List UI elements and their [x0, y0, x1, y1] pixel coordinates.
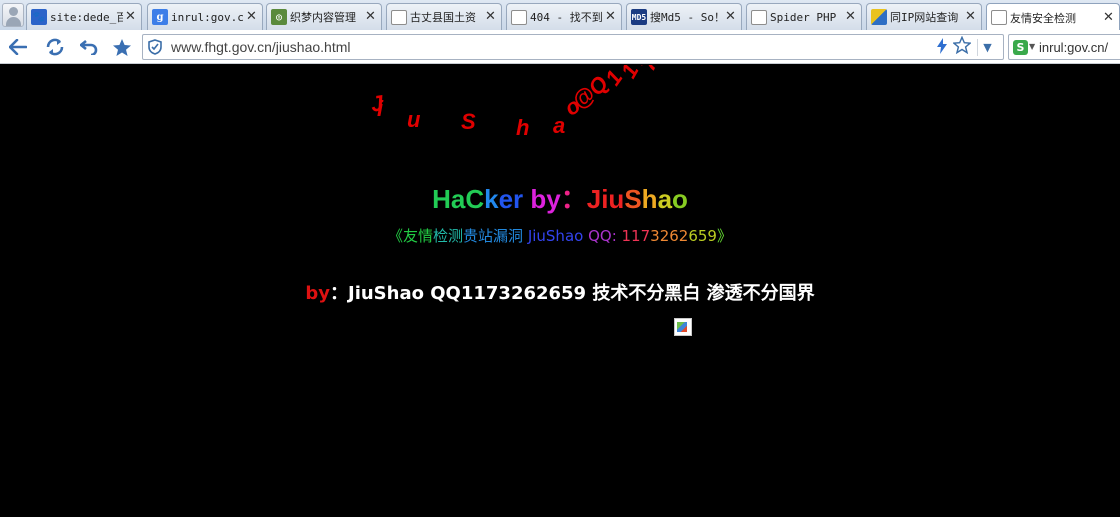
tab-title: inrul:gov.cn: [171, 10, 244, 24]
contact-segment: 659: [688, 227, 717, 245]
cursor-trail-letter: u: [407, 107, 421, 132]
browser-tab[interactable]: 404 - 找不到 ✕: [506, 3, 622, 30]
tab-title: 古丈县国土资: [410, 11, 476, 24]
tab-strip: 🐾 site:dede_百 ✕ g inrul:gov.cn ✕ ◎ 织梦内容管理 ✕ 古丈县国土…: [0, 0, 1120, 30]
browser-tab[interactable]: MD5 搜Md5 - So！ ✕: [626, 3, 742, 30]
contact-segment: 《友情: [388, 227, 434, 245]
title-segment: Ha: [432, 184, 466, 214]
navigation-bar: www.fhgt.gov.cn/jiushao.html ▼ S ▼ inrul…: [0, 30, 1120, 64]
cursor-trail-letter: S: [461, 109, 476, 134]
page-favicon-icon: [391, 9, 407, 25]
browser-tab[interactable]: Spider PHP S ✕: [746, 3, 862, 30]
title-segment: h: [641, 184, 658, 214]
page-favicon-icon: [511, 9, 527, 25]
tab-title: 友情安全检测: [1010, 11, 1076, 25]
tab-title: 404 - 找不到: [530, 11, 603, 24]
chevron-down-icon[interactable]: ▼: [977, 39, 997, 56]
contact-segment: 贵站漏洞: [463, 227, 528, 245]
contact-line: 《友情检测贵站漏洞 JiuShao QQ: 1173262659》: [0, 225, 1120, 246]
close-icon[interactable]: ✕: [605, 10, 617, 23]
signature-by: by: [305, 283, 330, 304]
title-segment: S: [624, 184, 642, 214]
contact-segment: 117: [621, 227, 651, 245]
star-outline-icon[interactable]: [952, 35, 972, 59]
signature-text: ：JiuShao QQ1173262659 技术不分黑白 渗透不分国界: [330, 283, 815, 304]
ip-favicon-icon: [871, 9, 887, 25]
cursor-trail-letter: a: [553, 113, 566, 138]
contact-segment: 3262: [650, 227, 689, 245]
contact-segment: QQ:: [588, 227, 622, 245]
title-segment: by: [530, 184, 561, 214]
browser-tab[interactable]: 🐾 site:dede_百 ✕: [26, 3, 142, 30]
page-content: JiuShao@Q1173 HaCker by：JiuShao 《友情检测贵站漏…: [0, 65, 1120, 517]
contact-segment: JiuShao: [527, 227, 589, 245]
title-segment: a: [657, 184, 673, 214]
lightning-icon[interactable]: [937, 38, 947, 58]
cursor-trail-letter: i: [377, 96, 384, 121]
title-segment: ：: [560, 184, 587, 214]
address-bar[interactable]: www.fhgt.gov.cn/jiushao.html ▼: [142, 34, 1004, 60]
tab-title: site:dede_百: [50, 11, 123, 24]
md5-favicon-icon: MD5: [631, 9, 647, 25]
hacker-title: HaCker by：JiuShao: [0, 179, 1120, 216]
close-icon[interactable]: ✕: [365, 10, 377, 23]
shield-icon[interactable]: [147, 39, 163, 56]
title-segment: Jiu: [586, 184, 625, 214]
undo-icon[interactable]: [78, 36, 100, 58]
chevron-down-icon[interactable]: ▼: [1029, 42, 1035, 51]
close-icon[interactable]: ✕: [246, 10, 258, 23]
close-icon[interactable]: ✕: [485, 10, 497, 23]
close-icon[interactable]: ✕: [845, 10, 857, 23]
tab-title: Spider PHP S: [770, 10, 843, 24]
browser-tab[interactable]: ◎ 织梦内容管理 ✕: [266, 3, 382, 30]
google-favicon-icon: g: [152, 9, 168, 25]
title-segment: o: [672, 184, 688, 214]
contact-segment: 》: [716, 227, 732, 245]
browser-tab[interactable]: 古丈县国土资 ✕: [386, 3, 502, 30]
broken-image-icon: [674, 318, 692, 336]
title-segment: C: [465, 184, 485, 214]
signature-line: by：JiuShao QQ1173262659 技术不分黑白 渗透不分国界: [0, 279, 1120, 305]
close-icon[interactable]: ✕: [125, 10, 137, 23]
star-icon[interactable]: [111, 36, 133, 58]
dedecms-favicon-icon: ◎: [271, 9, 287, 25]
profile-avatar-icon[interactable]: [2, 3, 24, 27]
browser-tab[interactable]: 同IP网站查询 ✕: [866, 3, 982, 30]
browser-tab[interactable]: 友情安全检测 ✕: [986, 3, 1120, 30]
paw-favicon-icon: 🐾: [31, 9, 47, 25]
tab-title: 同IP网站查询: [890, 11, 959, 24]
tab-title: 织梦内容管理: [290, 11, 356, 24]
search-input[interactable]: inrul:gov.cn/: [1039, 40, 1108, 55]
url-text[interactable]: www.fhgt.gov.cn/jiushao.html: [171, 39, 351, 55]
title-segment: er: [498, 184, 524, 214]
page-favicon-icon: [751, 9, 767, 25]
tab-title: 搜Md5 - So！: [650, 11, 723, 24]
refresh-icon[interactable]: [44, 36, 66, 58]
close-icon[interactable]: ✕: [965, 10, 977, 23]
close-icon[interactable]: ✕: [1103, 11, 1115, 24]
page-favicon-icon: [991, 10, 1007, 25]
browser-tab[interactable]: g inrul:gov.cn ✕: [147, 3, 263, 30]
search-box[interactable]: S ▼ inrul:gov.cn/: [1008, 34, 1120, 60]
title-segment: k: [484, 184, 499, 214]
cursor-trail-letter: h: [516, 115, 530, 140]
search-engine-icon[interactable]: S: [1013, 40, 1028, 55]
contact-segment: 检测: [433, 227, 464, 245]
back-arrow-icon[interactable]: [7, 36, 29, 58]
close-icon[interactable]: ✕: [725, 10, 737, 23]
